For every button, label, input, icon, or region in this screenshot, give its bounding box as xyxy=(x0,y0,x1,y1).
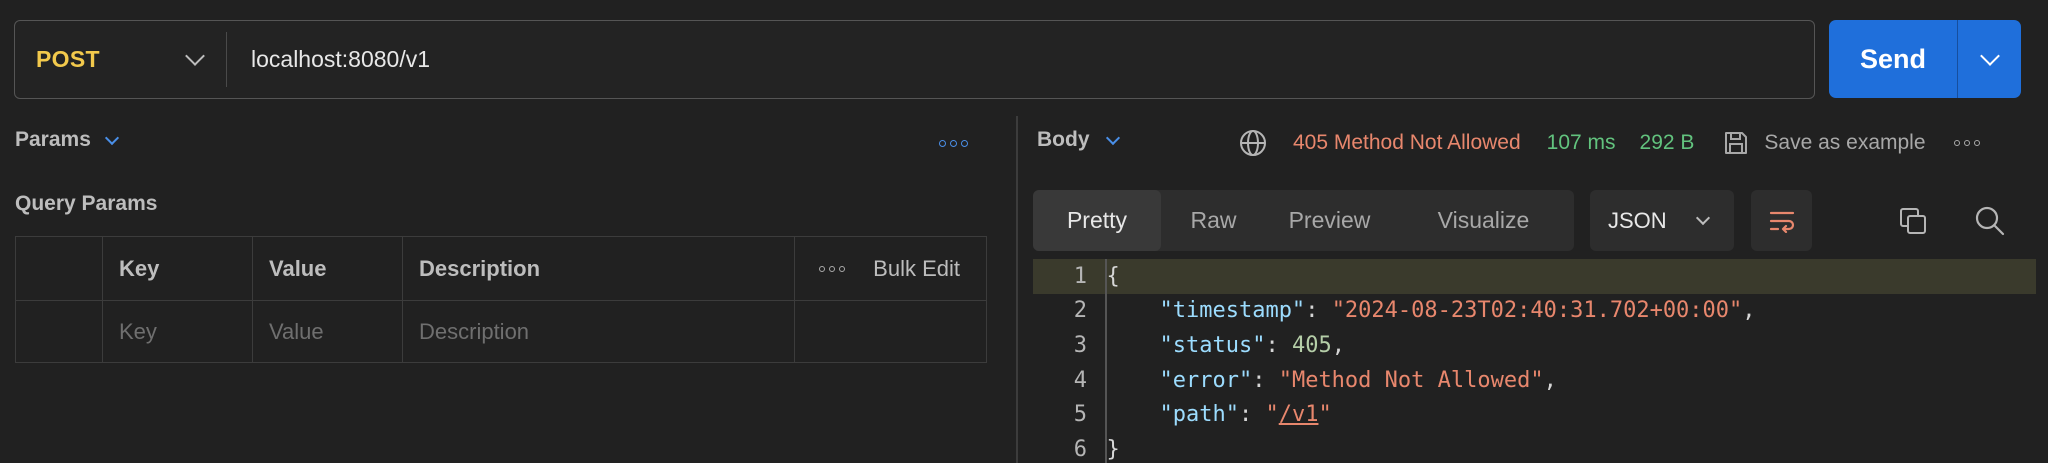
bulk-edit-button[interactable]: Bulk Edit xyxy=(873,256,960,282)
response-status-bar: 405 Method Not Allowed 107 ms 292 B Save… xyxy=(1239,126,1980,160)
line-number: 6 xyxy=(1073,436,1087,462)
send-button-group: Send xyxy=(1829,20,2021,98)
column-header-description: Description xyxy=(403,237,795,300)
tab-raw[interactable]: Raw xyxy=(1161,190,1266,251)
code-line: 2 "timestamp": "2024-08-23T02:40:31.702+… xyxy=(1033,293,2036,329)
wrap-lines-icon xyxy=(1769,211,1794,233)
format-select[interactable]: JSON xyxy=(1590,190,1734,251)
url-input[interactable]: localhost:8080/v1 xyxy=(227,46,430,73)
row-checkbox-cell xyxy=(16,301,103,363)
table-header-row: Key Value Description Bulk Edit xyxy=(16,237,986,300)
method-select[interactable]: POST xyxy=(15,32,227,87)
tab-preview[interactable]: Preview xyxy=(1266,190,1393,251)
table-header-actions: Bulk Edit xyxy=(795,237,986,300)
method-label: POST xyxy=(36,46,100,72)
search-icon[interactable] xyxy=(1974,205,2006,237)
code-line: 6} xyxy=(1033,431,2036,463)
code-text: "status": 405, xyxy=(1159,332,1345,358)
tab-pretty[interactable]: Pretty xyxy=(1033,190,1161,251)
code-text: "timestamp": "2024-08-23T02:40:31.702+00… xyxy=(1159,298,1756,324)
code-line: 1{ xyxy=(1033,259,2036,294)
more-options-icon[interactable] xyxy=(819,265,845,272)
code-line: 3 "status": 405, xyxy=(1033,328,2036,363)
save-as-example-button[interactable]: Save as example xyxy=(1764,131,1925,155)
format-label: JSON xyxy=(1608,207,1667,233)
code-line: 4 "error": "Method Not Allowed", xyxy=(1033,362,2036,398)
table-header-checkbox-cell xyxy=(16,237,103,300)
save-icon xyxy=(1725,132,1748,154)
response-size[interactable]: 292 B xyxy=(1640,131,1695,155)
line-number: 5 xyxy=(1073,402,1087,428)
code-text: } xyxy=(1106,436,1120,462)
code-text: "path": "/v1" xyxy=(1159,402,1332,428)
chevron-down-icon xyxy=(185,46,205,66)
chevron-down-icon xyxy=(1105,130,1120,145)
more-options-icon[interactable] xyxy=(939,140,968,147)
send-options-button[interactable] xyxy=(1958,20,2021,98)
status-code[interactable]: 405 Method Not Allowed xyxy=(1293,131,1521,155)
table-row: Key Value Description xyxy=(16,300,986,363)
wrap-lines-button[interactable] xyxy=(1751,190,1812,251)
globe-icon[interactable] xyxy=(1239,129,1267,157)
code-text: "error": "Method Not Allowed", xyxy=(1159,367,1557,393)
body-tab[interactable]: Body xyxy=(1037,128,1120,152)
response-time[interactable]: 107 ms xyxy=(1547,131,1616,155)
description-input[interactable]: Description xyxy=(403,301,795,363)
send-button[interactable]: Send xyxy=(1829,20,1958,98)
params-tab[interactable]: Params xyxy=(15,128,119,152)
line-number: 2 xyxy=(1073,298,1087,324)
more-options-icon[interactable] xyxy=(1953,140,1980,146)
row-actions-cell xyxy=(795,301,986,363)
column-header-value: Value xyxy=(253,237,403,300)
params-tab-label: Params xyxy=(15,128,91,151)
line-number: 3 xyxy=(1073,332,1087,358)
url-bar: POST localhost:8080/v1 xyxy=(14,20,1815,99)
chevron-down-icon xyxy=(104,130,119,145)
body-tab-label: Body xyxy=(1037,128,1090,151)
column-header-key: Key xyxy=(103,237,253,300)
chevron-down-icon xyxy=(1695,210,1711,226)
query-params-title: Query Params xyxy=(15,192,158,215)
chevron-down-icon xyxy=(1979,45,2000,66)
code-text: { xyxy=(1106,263,1120,289)
key-input[interactable]: Key xyxy=(103,301,253,363)
response-view-tabs: Pretty Raw Preview Visualize xyxy=(1033,190,1574,251)
value-input[interactable]: Value xyxy=(253,301,403,363)
tab-visualize[interactable]: Visualize xyxy=(1393,190,1574,251)
response-body-editor[interactable]: 1{2 "timestamp": "2024-08-23T02:40:31.70… xyxy=(1033,259,2036,463)
panel-divider[interactable] xyxy=(1016,116,1018,463)
line-number: 1 xyxy=(1073,263,1087,289)
line-number: 4 xyxy=(1073,367,1087,393)
copy-icon[interactable] xyxy=(1897,205,1929,237)
query-params-table: Key Value Description Bulk Edit Key Valu… xyxy=(15,236,987,363)
code-line: 5 "path": "/v1" xyxy=(1033,397,2036,432)
